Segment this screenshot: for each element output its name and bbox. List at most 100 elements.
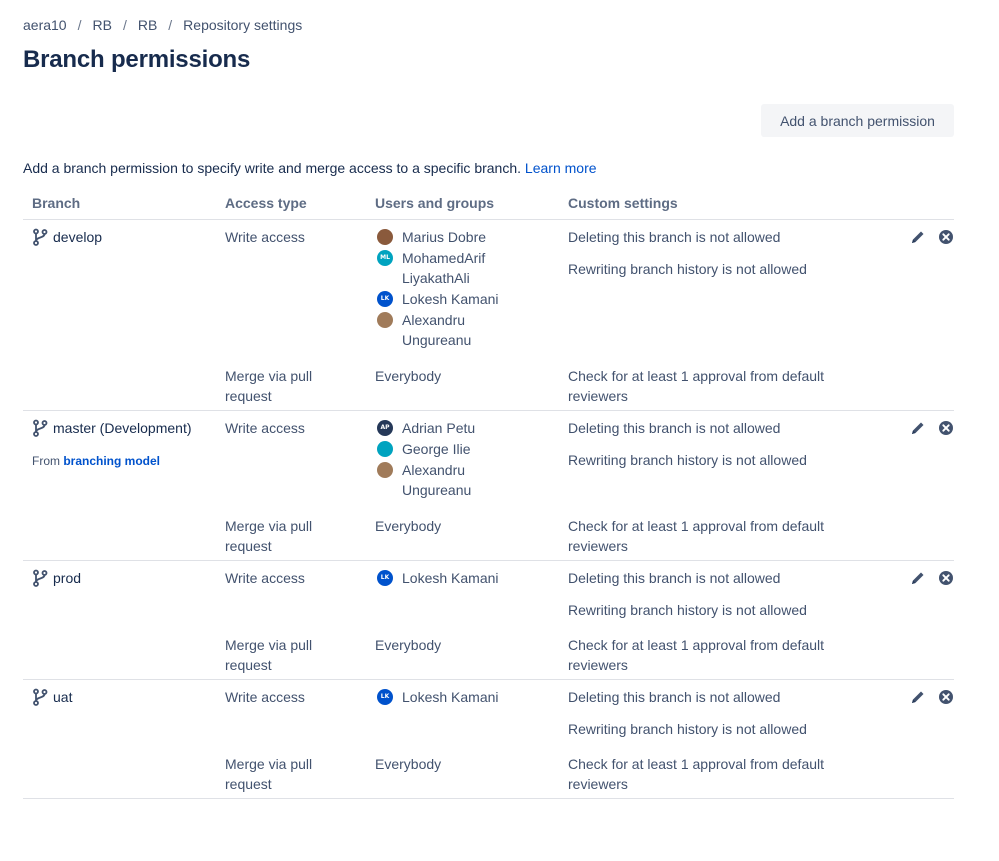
setting-text: Rewriting branch history is not allowed — [568, 602, 807, 618]
branch-label: master (Development) — [53, 420, 192, 436]
avatar: AP — [377, 420, 393, 436]
branch-icon — [32, 228, 48, 246]
intro-text: Add a branch permission to specify write… — [23, 160, 597, 176]
setting-text: Check for at least 1 approval from defau… — [568, 518, 825, 554]
branch-permissions-table: Branch Access type Users and groups Cust… — [23, 190, 954, 799]
actions-cell-empty — [898, 501, 954, 561]
delete-close-icon[interactable] — [938, 570, 954, 586]
users-cell: Everybody — [375, 501, 568, 561]
user-entry: George Ilie — [375, 439, 568, 459]
users-cell: AP Adrian Petu George Ilie Alexandru Ungure… — [375, 411, 568, 502]
table-row: develop Write access Marius Dobre ML Mohamed… — [23, 220, 954, 352]
breadcrumb-separator: / — [168, 17, 173, 33]
add-branch-permission-button[interactable]: Add a branch permission — [761, 104, 954, 137]
setting-text: Deleting this branch is not allowed — [568, 229, 781, 245]
access-type-cell: Merge via pull request — [225, 620, 375, 680]
avatar — [377, 441, 393, 457]
access-type-label: Merge via pull request — [225, 637, 313, 673]
actions-cell-empty — [898, 739, 954, 799]
branch-icon — [32, 419, 48, 437]
delete-close-icon[interactable] — [938, 420, 954, 436]
user-entry: LK Lokesh Kamani — [375, 687, 568, 707]
user-entry: AP Adrian Petu — [375, 418, 568, 438]
access-type-cell: Merge via pull request — [225, 501, 375, 561]
setting-text: Check for at least 1 approval from defau… — [568, 368, 825, 404]
breadcrumb-repo[interactable]: RB — [138, 17, 157, 33]
breadcrumb: aera10 / RB / RB / Repository settings — [23, 17, 302, 33]
users-cell: LK Lokesh Kamani — [375, 561, 568, 621]
access-type-cell: Write access — [225, 570, 305, 586]
settings-cell: Deleting this branch is not allowed Rewri… — [568, 680, 898, 740]
actions-cell — [898, 561, 954, 586]
breadcrumb-separator: / — [122, 17, 127, 33]
user-name: MohamedArif LiyakathAli — [402, 250, 486, 286]
intro-description: Add a branch permission to specify write… — [23, 160, 522, 176]
table-row: Merge via pull request Everybody Check for… — [23, 501, 954, 561]
actions-cell — [898, 680, 954, 705]
setting-text: Rewriting branch history is not allowed — [568, 721, 807, 737]
column-header-actions — [898, 190, 954, 220]
setting-text: Check for at least 1 approval from defau… — [568, 756, 825, 792]
edit-pencil-icon[interactable] — [910, 570, 926, 586]
access-type-cell: Write access — [225, 229, 305, 245]
user-entry: ML MohamedArif LiyakathAli — [375, 248, 568, 288]
learn-more-link[interactable]: Learn more — [525, 160, 597, 176]
edit-pencil-icon[interactable] — [910, 229, 926, 245]
column-header-custom-settings: Custom settings — [568, 190, 898, 220]
edit-pencil-icon[interactable] — [910, 420, 926, 436]
settings-cell: Check for at least 1 approval from defau… — [568, 501, 898, 561]
avatar — [377, 462, 393, 478]
users-cell: Marius Dobre ML MohamedArif LiyakathAli LK L… — [375, 220, 568, 352]
delete-close-icon[interactable] — [938, 229, 954, 245]
breadcrumb-repo-parent[interactable]: RB — [92, 17, 111, 33]
settings-cell: Deleting this branch is not allowed Rewri… — [568, 561, 898, 621]
branch-cell: uat — [23, 680, 225, 740]
table-row: Merge via pull request Everybody Check for… — [23, 351, 954, 411]
branch-name: prod — [32, 568, 225, 588]
table-row: Merge via pull request Everybody Check for… — [23, 620, 954, 680]
user-name: Adrian Petu — [402, 420, 476, 436]
column-header-users-and-groups: Users and groups — [375, 190, 568, 220]
table-row: prod Write access LK Lokesh Kamani Deleting … — [23, 561, 954, 621]
branch-cell-empty — [23, 501, 225, 561]
branch-source: From branching model — [32, 451, 225, 471]
breadcrumb-repository-settings[interactable]: Repository settings — [183, 17, 302, 33]
users-cell: Everybody — [375, 739, 568, 799]
avatar: LK — [377, 689, 393, 705]
branch-cell-empty — [23, 739, 225, 799]
table-body: develop Write access Marius Dobre ML Mohamed… — [23, 220, 954, 799]
branch-icon — [32, 569, 48, 587]
branch-name: master (Development) — [32, 418, 225, 438]
setting-text: Deleting this branch is not allowed — [568, 689, 781, 705]
user-entry: Marius Dobre — [375, 227, 568, 247]
user-entry: Alexandru Ungureanu — [375, 460, 568, 500]
avatar — [377, 312, 393, 328]
breadcrumb-project[interactable]: aera10 — [23, 17, 67, 33]
branch-icon — [32, 688, 48, 706]
users-cell: Everybody — [375, 620, 568, 680]
branching-model-link[interactable]: branching model — [63, 454, 160, 468]
user-name: Lokesh Kamani — [402, 570, 499, 586]
branch-name: develop — [32, 227, 225, 247]
user-name: Alexandru Ungureanu — [402, 312, 472, 348]
user-name: Lokesh Kamani — [402, 291, 499, 307]
actions-cell-empty — [898, 351, 954, 411]
user-name: Marius Dobre — [402, 229, 487, 245]
delete-close-icon[interactable] — [938, 689, 954, 705]
branch-cell: develop — [23, 220, 225, 352]
avatar — [377, 229, 393, 245]
setting-text: Rewriting branch history is not allowed — [568, 452, 807, 468]
user-entry: LK Lokesh Kamani — [375, 289, 568, 309]
branch-cell-empty — [23, 620, 225, 680]
branch-name: uat — [32, 687, 225, 707]
avatar: LK — [377, 570, 393, 586]
edit-pencil-icon[interactable] — [910, 689, 926, 705]
access-type-label: Merge via pull request — [225, 756, 313, 792]
settings-cell: Deleting this branch is not allowed Rewri… — [568, 220, 898, 352]
table-row: uat Write access LK Lokesh Kamani Deleting t… — [23, 680, 954, 740]
avatar: ML — [377, 250, 393, 266]
setting-text: Deleting this branch is not allowed — [568, 420, 781, 436]
user-name: Alexandru Ungureanu — [402, 462, 472, 498]
breadcrumb-separator: / — [77, 17, 82, 33]
access-type-cell: Write access — [225, 689, 305, 705]
